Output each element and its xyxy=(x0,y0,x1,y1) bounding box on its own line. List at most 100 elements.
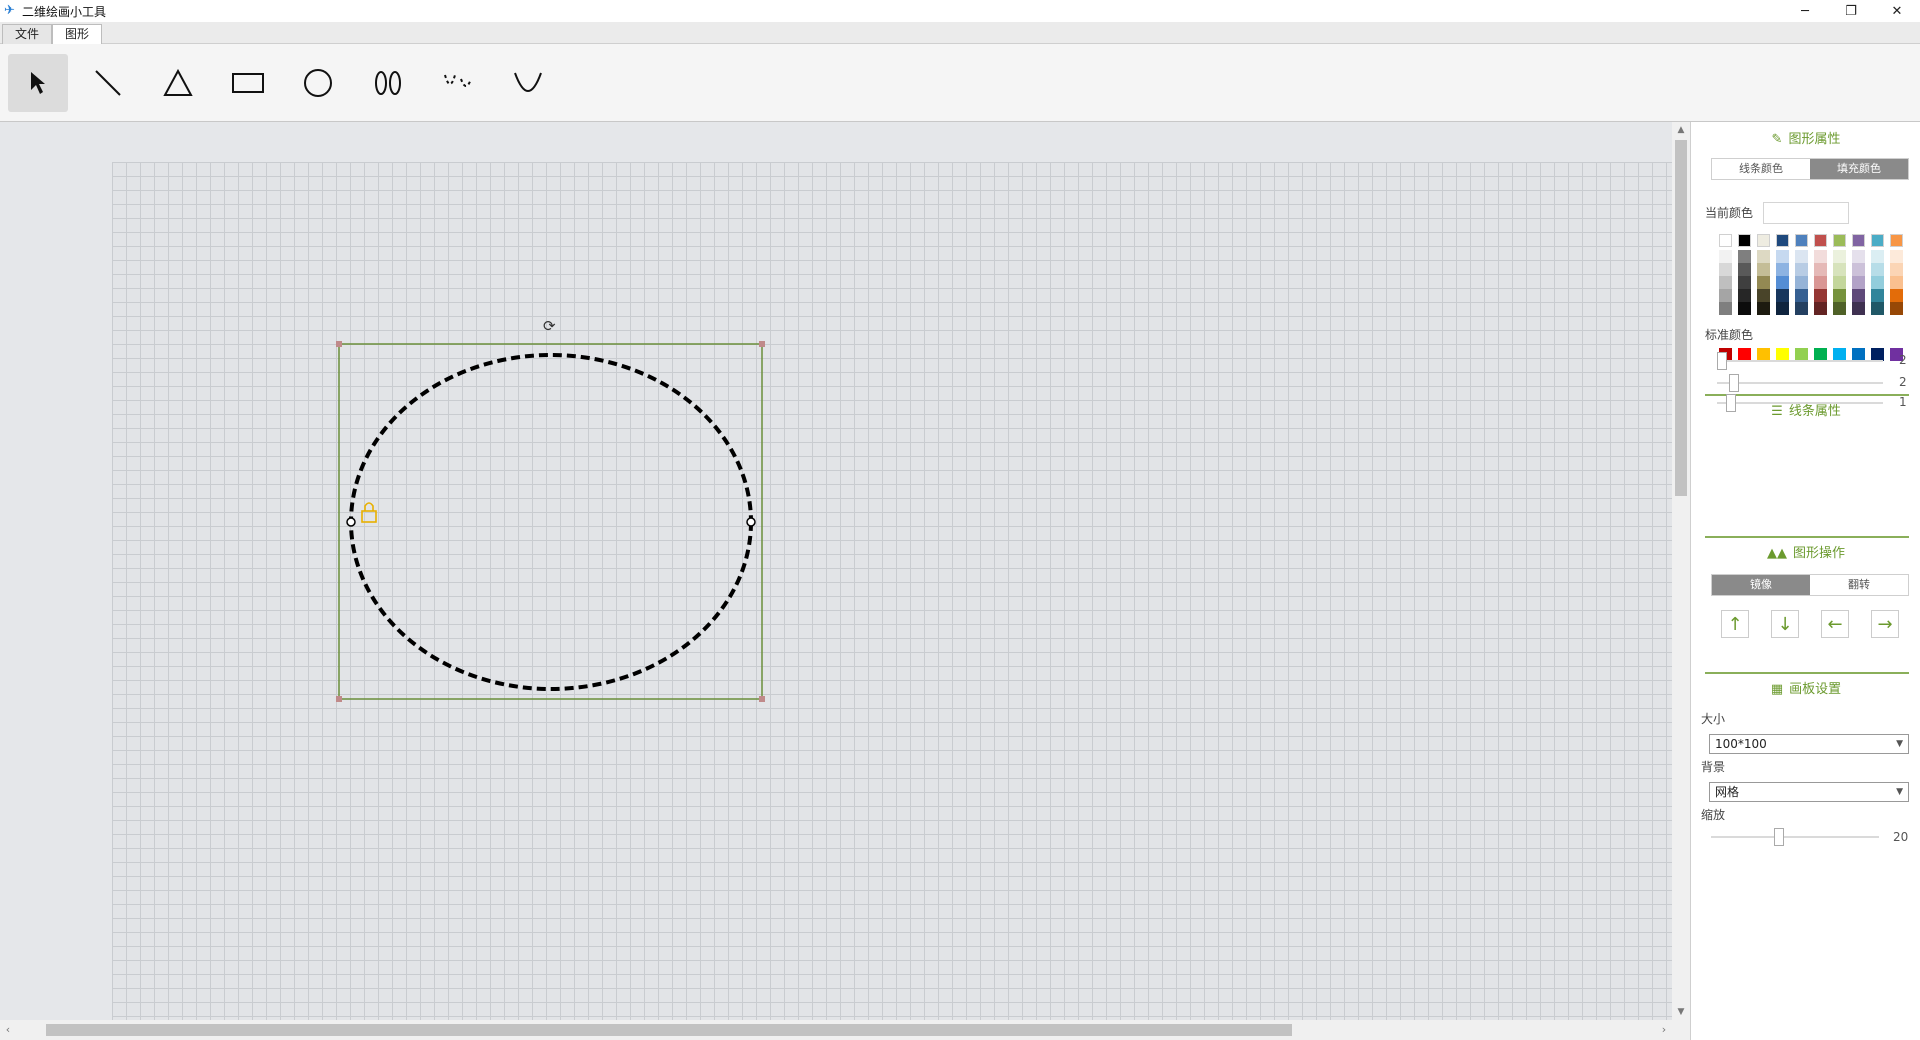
arc-tool-button[interactable] xyxy=(498,54,558,112)
color-swatch[interactable] xyxy=(1776,289,1789,302)
ellipse-tool-button[interactable] xyxy=(358,54,418,112)
color-swatch[interactable] xyxy=(1852,302,1865,315)
color-swatch[interactable] xyxy=(1890,250,1903,263)
color-swatch[interactable] xyxy=(1890,302,1903,315)
minimize-button[interactable]: ─ xyxy=(1782,0,1828,22)
color-swatch[interactable] xyxy=(1738,263,1751,276)
color-swatch[interactable] xyxy=(1795,263,1808,276)
line-width-slider[interactable] xyxy=(1717,394,1883,412)
slider-knob[interactable] xyxy=(1729,374,1740,392)
selection-box[interactable] xyxy=(338,343,763,700)
resize-handle-bottom-right[interactable] xyxy=(759,696,765,702)
vertical-scrollbar[interactable]: ▲ ▼ xyxy=(1672,122,1690,1020)
tab-shapes[interactable]: 图形 xyxy=(52,24,103,44)
color-swatch[interactable] xyxy=(1719,302,1732,315)
color-swatch[interactable] xyxy=(1833,234,1846,247)
vertical-scroll-thumb[interactable] xyxy=(1675,140,1687,496)
circle-tool-button[interactable] xyxy=(288,54,348,112)
color-swatch[interactable] xyxy=(1814,302,1827,315)
color-swatch[interactable] xyxy=(1833,250,1846,263)
background-select[interactable]: 网格 ▼ xyxy=(1709,782,1909,802)
color-swatch[interactable] xyxy=(1776,263,1789,276)
scroll-left-icon[interactable]: ‹ xyxy=(0,1020,16,1040)
color-swatch[interactable] xyxy=(1757,302,1770,315)
color-swatch[interactable] xyxy=(1719,289,1732,302)
zoom-slider-knob[interactable] xyxy=(1774,828,1785,846)
close-button[interactable]: ✕ xyxy=(1874,0,1920,22)
horizontal-scroll-thumb[interactable] xyxy=(46,1024,1292,1036)
color-swatch[interactable] xyxy=(1776,250,1789,263)
triangle-tool-button[interactable] xyxy=(148,54,208,112)
control-point-right[interactable] xyxy=(746,517,756,527)
color-swatch[interactable] xyxy=(1738,250,1751,263)
color-swatch[interactable] xyxy=(1757,263,1770,276)
select-tool-button[interactable] xyxy=(8,54,68,112)
color-swatch[interactable] xyxy=(1738,276,1751,289)
color-swatch[interactable] xyxy=(1890,276,1903,289)
size-select[interactable]: 100*100 ▼ xyxy=(1709,734,1909,754)
color-swatch[interactable] xyxy=(1795,302,1808,315)
drawing-canvas-area[interactable]: ⟳ xyxy=(0,122,1672,1020)
tab-mirror[interactable]: 镜像 xyxy=(1712,575,1810,595)
color-swatch[interactable] xyxy=(1833,263,1846,276)
resize-handle-top-left[interactable] xyxy=(336,341,342,347)
line-tool-button[interactable] xyxy=(78,54,138,112)
color-swatch[interactable] xyxy=(1795,289,1808,302)
color-swatch[interactable] xyxy=(1852,234,1865,247)
slider-knob[interactable] xyxy=(1726,394,1737,412)
color-swatch[interactable] xyxy=(1719,234,1732,247)
color-swatch[interactable] xyxy=(1757,276,1770,289)
color-swatch[interactable] xyxy=(1871,289,1884,302)
color-swatch[interactable] xyxy=(1890,263,1903,276)
color-swatch[interactable] xyxy=(1814,250,1827,263)
color-swatch[interactable] xyxy=(1852,250,1865,263)
color-swatch[interactable] xyxy=(1814,276,1827,289)
tab-file[interactable]: 文件 xyxy=(2,24,53,44)
resize-handle-bottom-left[interactable] xyxy=(336,696,342,702)
tab-flip[interactable]: 翻转 xyxy=(1810,575,1908,595)
color-swatch[interactable] xyxy=(1852,276,1865,289)
lock-icon[interactable] xyxy=(361,502,377,523)
slider-knob[interactable] xyxy=(1717,352,1727,370)
color-swatch[interactable] xyxy=(1852,263,1865,276)
color-swatch[interactable] xyxy=(1814,263,1827,276)
color-swatch[interactable] xyxy=(1871,276,1884,289)
color-swatch[interactable] xyxy=(1795,276,1808,289)
scroll-right-icon[interactable]: › xyxy=(1656,1020,1672,1040)
rectangle-tool-button[interactable] xyxy=(218,54,278,112)
color-swatch[interactable] xyxy=(1795,250,1808,263)
control-point-left[interactable] xyxy=(346,517,356,527)
color-swatch[interactable] xyxy=(1814,289,1827,302)
ellipse-shape[interactable] xyxy=(349,353,753,691)
line-width-slider[interactable] xyxy=(1717,352,1883,370)
color-swatch[interactable] xyxy=(1871,263,1884,276)
color-swatch[interactable] xyxy=(1757,234,1770,247)
scroll-down-icon[interactable]: ▼ xyxy=(1672,1004,1690,1020)
line-width-slider[interactable] xyxy=(1717,374,1883,392)
arrow-down-button[interactable]: ↓ xyxy=(1771,610,1799,638)
color-swatch[interactable] xyxy=(1757,289,1770,302)
color-swatch[interactable] xyxy=(1890,234,1903,247)
color-swatch[interactable] xyxy=(1833,302,1846,315)
curve-tool-button[interactable] xyxy=(428,54,488,112)
zoom-slider[interactable] xyxy=(1711,828,1879,846)
drawing-layer[interactable]: ⟳ xyxy=(0,122,1672,1020)
resize-handle-top-right[interactable] xyxy=(759,341,765,347)
arrow-right-button[interactable]: → xyxy=(1871,610,1899,638)
color-swatch[interactable] xyxy=(1833,289,1846,302)
color-swatch[interactable] xyxy=(1776,302,1789,315)
color-swatch[interactable] xyxy=(1833,276,1846,289)
color-swatch[interactable] xyxy=(1795,234,1808,247)
scroll-up-icon[interactable]: ▲ xyxy=(1672,122,1690,138)
color-swatch[interactable] xyxy=(1871,250,1884,263)
color-swatch[interactable] xyxy=(1871,302,1884,315)
arrow-left-button[interactable]: ← xyxy=(1821,610,1849,638)
color-swatch[interactable] xyxy=(1738,302,1751,315)
tab-line-color[interactable]: 线条颜色 xyxy=(1712,159,1810,179)
tab-fill-color[interactable]: 填充颜色 xyxy=(1810,159,1908,179)
color-swatch[interactable] xyxy=(1776,234,1789,247)
color-swatch[interactable] xyxy=(1738,289,1751,302)
color-swatch[interactable] xyxy=(1757,250,1770,263)
color-swatch[interactable] xyxy=(1738,234,1751,247)
rotate-handle-icon[interactable]: ⟳ xyxy=(543,317,556,335)
